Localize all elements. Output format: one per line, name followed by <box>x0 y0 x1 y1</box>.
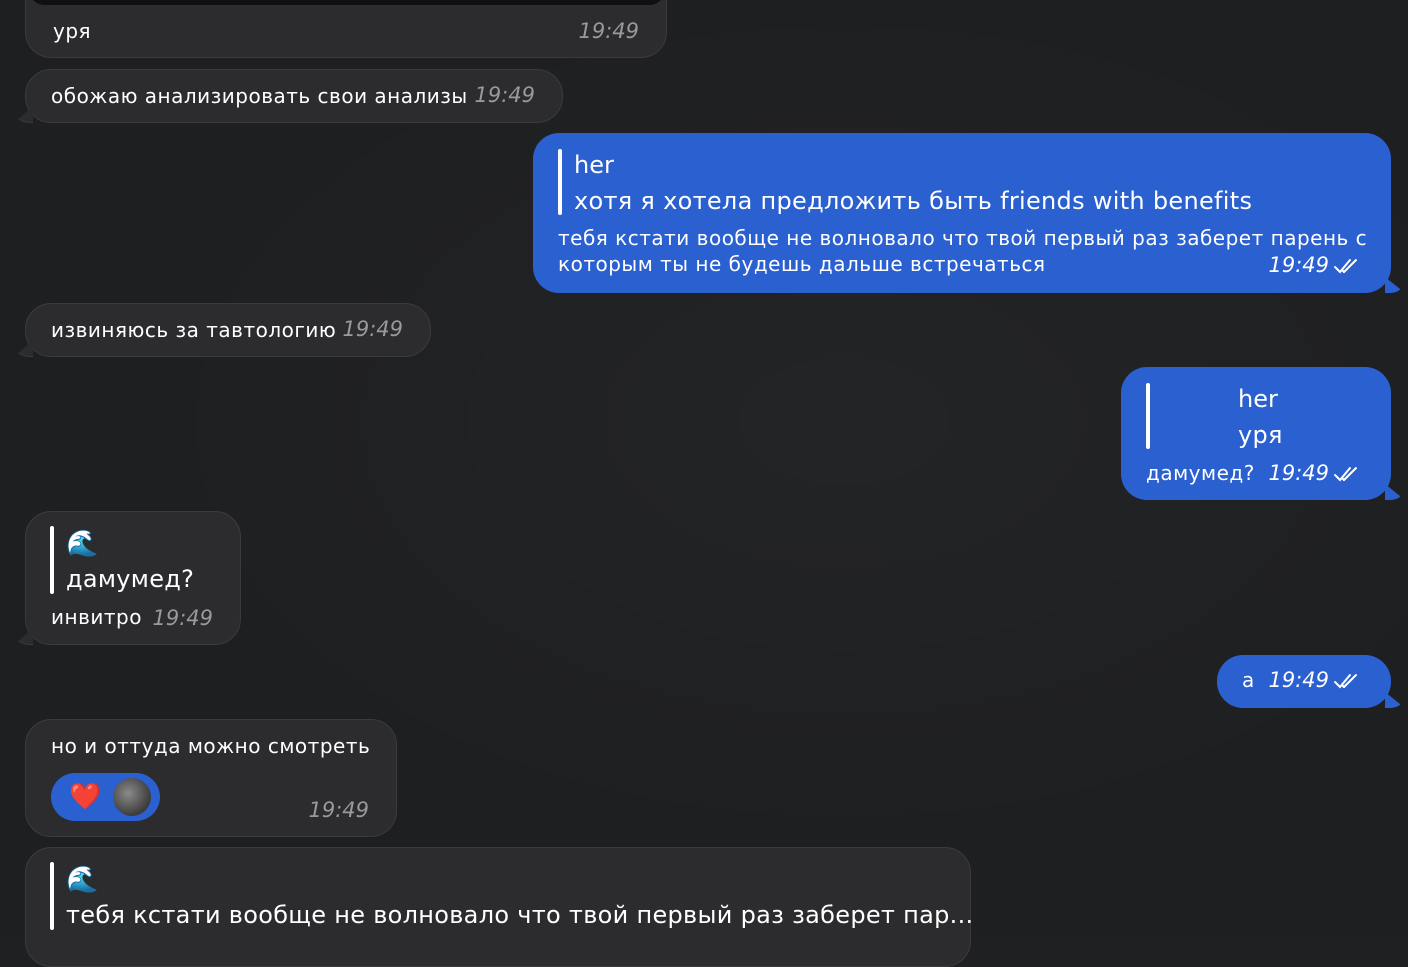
message-incoming[interactable]: 🌊 дамумед? инвитро 19:49 <box>14 511 241 645</box>
message-time: 19:49 <box>152 606 213 630</box>
message-outgoing[interactable]: her уря дамумед? 19:49 <box>1121 367 1405 500</box>
reply-quoted-text: тебя кстати вообще не волновало что твой… <box>66 901 974 929</box>
heart-reaction-icon: ❤️ <box>69 782 102 812</box>
reply-quote-bar <box>558 149 562 215</box>
message-incoming[interactable]: уря 19:49 <box>25 0 667 58</box>
message-time: 19:49 <box>578 19 639 43</box>
message-text: а <box>1242 668 1255 692</box>
message-text: извиняюсь за тавтологию <box>51 318 337 342</box>
message-text: обожаю анализировать свои анализы <box>51 84 468 108</box>
message-time: 19:49 <box>1268 461 1329 485</box>
wave-emoji-icon: 🌊 <box>66 865 99 895</box>
media-preview-edge <box>30 0 664 5</box>
reply-quote-bar <box>50 862 54 930</box>
message-text: уря <box>53 19 92 43</box>
message-incoming[interactable]: но и оттуда можно смотреть ❤️ 19:49 <box>25 719 397 837</box>
message-incoming[interactable]: извиняюсь за тавтологию 19:49 <box>14 303 431 357</box>
double-check-icon <box>1334 259 1357 274</box>
double-check-icon <box>1334 467 1357 482</box>
message-time: 19:49 <box>1268 668 1329 692</box>
wave-emoji-icon: 🌊 <box>66 529 99 559</box>
message-text: инвитро <box>51 605 142 629</box>
message-text: но и оттуда можно смотреть <box>51 734 371 758</box>
reaction-chip[interactable]: ❤️ <box>51 773 160 821</box>
reply-quote-bar <box>1146 383 1150 449</box>
message-time: 19:49 <box>1268 253 1329 277</box>
message-time: 19:49 <box>474 83 535 107</box>
message-incoming[interactable]: обожаю анализировать свои анализы 19:49 <box>14 69 563 123</box>
reply-quote-bar <box>50 526 54 594</box>
message-outgoing[interactable]: her хотя я хотела предложить быть friend… <box>533 133 1405 293</box>
message-time: 19:49 <box>308 798 369 822</box>
reply-sender-name: her <box>574 151 614 179</box>
reply-quoted-text: дамумед? <box>66 565 195 593</box>
message-text-line-2: которым ты не будешь дальше встречаться <box>558 252 1046 276</box>
reply-quoted-text: хотя я хотела предложить быть friends wi… <box>574 187 1253 215</box>
message-text-line-1: тебя кстати вообще не волновало что твой… <box>558 226 1368 250</box>
message-text: дамумед? <box>1146 461 1255 485</box>
message-time: 19:49 <box>342 317 403 341</box>
reply-sender-name: her <box>1238 385 1278 413</box>
reactor-avatar <box>113 778 151 816</box>
double-check-icon <box>1334 674 1357 689</box>
message-outgoing[interactable]: а 19:49 <box>1217 655 1405 708</box>
message-incoming[interactable]: 🌊 тебя кстати вообще не волновало что тв… <box>25 847 974 967</box>
reply-quoted-text: уря <box>1238 421 1283 449</box>
